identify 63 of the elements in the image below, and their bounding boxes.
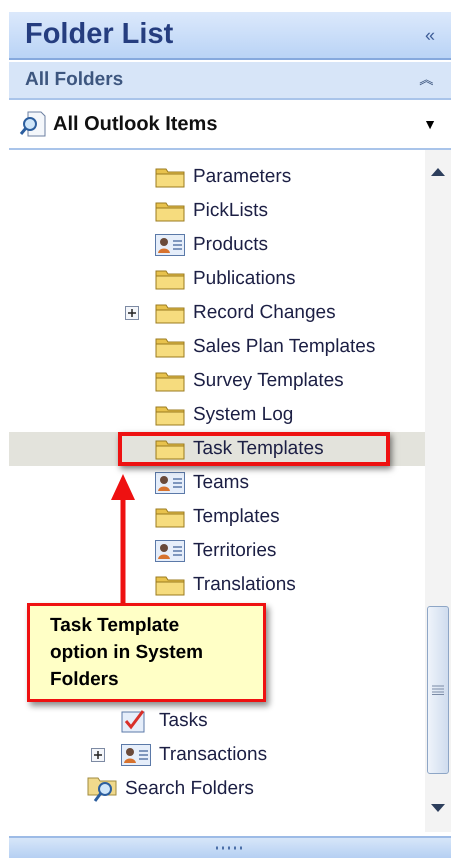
- folder-row[interactable]: Territories: [9, 534, 425, 568]
- folder-icon: [155, 336, 185, 358]
- folder-label: Transactions: [159, 742, 268, 767]
- grip-icon: [432, 685, 444, 695]
- folder-label: Publications: [193, 266, 296, 291]
- contact-card-icon: [155, 234, 185, 256]
- callout-text: Task Template option in System Folders: [50, 614, 204, 692]
- scrollbar[interactable]: [425, 150, 451, 832]
- folder-row[interactable]: Publications: [9, 262, 425, 296]
- folder-label: System Log: [193, 402, 294, 427]
- folder-row[interactable]: PickLists: [9, 194, 425, 228]
- folder-row[interactable]: Tasks: [9, 704, 425, 738]
- folder-icon: [155, 370, 185, 392]
- folder-row[interactable]: Record Changes: [9, 296, 425, 330]
- contact-card-icon: [121, 744, 151, 766]
- folder-label: Territories: [193, 538, 276, 563]
- expand-icon[interactable]: [91, 748, 105, 762]
- pane-title: Folder List: [25, 17, 174, 52]
- folder-row[interactable]: Teams: [9, 466, 425, 500]
- folder-label: Translations: [193, 572, 296, 597]
- folder-row[interactable]: Templates: [9, 500, 425, 534]
- scroll-up-icon[interactable]: [431, 168, 445, 176]
- folder-icon: [155, 574, 185, 596]
- search-folder-icon: [87, 775, 119, 803]
- folder-icon: [155, 268, 185, 290]
- folder-label: Search Folders: [125, 776, 254, 801]
- folder-label: Task Templates: [193, 436, 324, 461]
- folder-icon: [155, 302, 185, 324]
- folder-row[interactable]: Sales Plan Templates: [9, 330, 425, 364]
- folder-label: Teams: [193, 470, 249, 495]
- folder-label: Sales Plan Templates: [193, 334, 376, 359]
- folder-label: PickLists: [193, 198, 268, 223]
- collapse-section-button[interactable]: ︽: [419, 72, 435, 88]
- dropdown-arrow[interactable]: ▼: [423, 114, 437, 134]
- folder-row[interactable]: Products: [9, 228, 425, 262]
- folder-label: Tasks: [159, 708, 208, 733]
- folder-icon: [155, 166, 185, 188]
- search-document-icon: [19, 110, 47, 138]
- folder-label: Products: [193, 232, 268, 257]
- folder-label: Templates: [193, 504, 280, 529]
- folder-row[interactable]: Translations: [9, 568, 425, 602]
- folder-row[interactable]: System Log: [9, 398, 425, 432]
- folder-icon: [155, 200, 185, 222]
- folder-row[interactable]: Search Folders: [9, 772, 425, 806]
- scrollbar-thumb[interactable]: [427, 606, 449, 774]
- contact-card-icon: [155, 540, 185, 562]
- folder-label: Survey Templates: [193, 368, 344, 393]
- scroll-down-icon[interactable]: [431, 804, 445, 812]
- contact-card-icon: [155, 472, 185, 494]
- task-check-icon: [121, 709, 147, 733]
- folder-row[interactable]: Transactions: [9, 738, 425, 772]
- collapse-pane-button[interactable]: «: [424, 26, 435, 44]
- folder-row[interactable]: Parameters: [9, 160, 425, 194]
- folder-icon: [155, 506, 185, 528]
- grip-dots-icon: [215, 846, 245, 850]
- folder-label: Parameters: [193, 164, 292, 189]
- folder-row[interactable]: Survey Templates: [9, 364, 425, 398]
- folder-icon: [155, 438, 185, 460]
- expand-icon[interactable]: [125, 306, 139, 320]
- folder-label: Record Changes: [193, 300, 336, 325]
- section-title: All Folders: [25, 68, 124, 92]
- view-label: All Outlook Items: [53, 112, 218, 137]
- folder-icon: [155, 404, 185, 426]
